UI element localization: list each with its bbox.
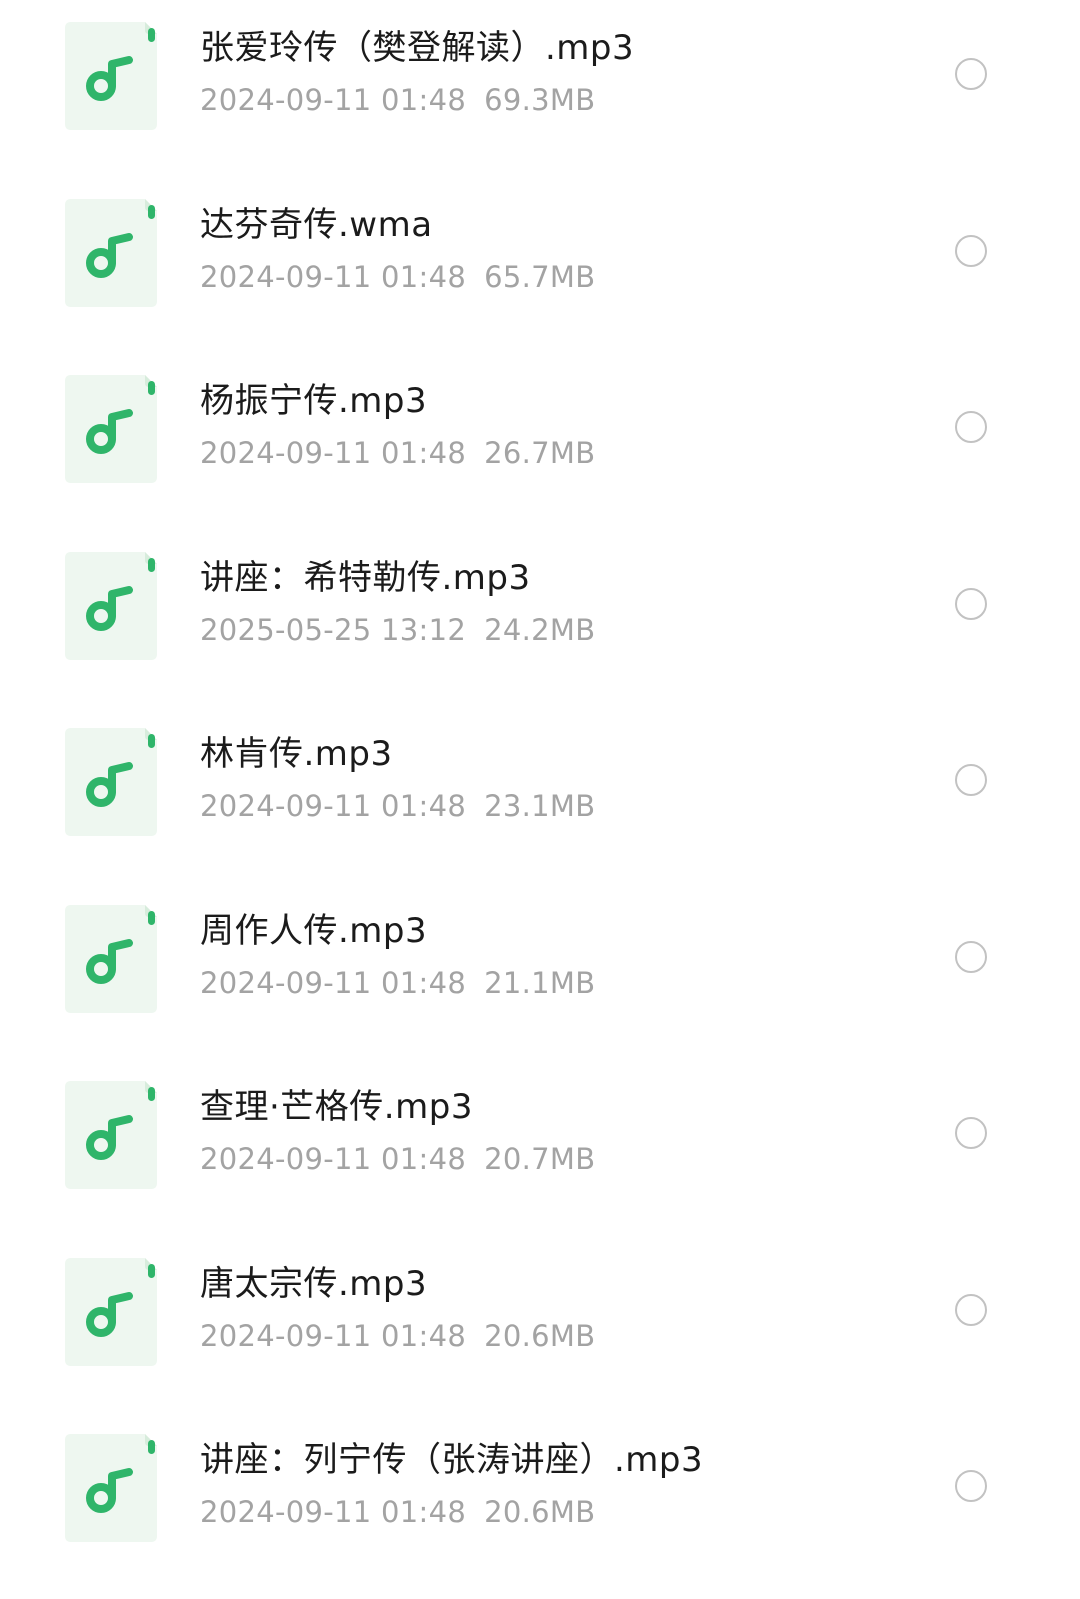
file-list-item[interactable]: 讲座：列宁传（张涛讲座）.mp3 2024-09-11 01:48 20.6MB bbox=[0, 1412, 1080, 1588]
music-file-icon bbox=[65, 375, 157, 483]
file-size: 24.2MB bbox=[484, 612, 596, 647]
music-file-icon-graphic bbox=[65, 22, 157, 130]
file-size: 69.3MB bbox=[484, 83, 596, 117]
select-radio[interactable] bbox=[955, 1470, 987, 1502]
file-name: 张爱玲传（樊登解读）.mp3 bbox=[200, 28, 635, 68]
file-name: 林肯传.mp3 bbox=[200, 734, 393, 774]
select-radio[interactable] bbox=[955, 1117, 987, 1149]
music-file-icon bbox=[65, 551, 157, 660]
file-name: 讲座：希特勒传.mp3 bbox=[200, 557, 531, 598]
select-radio[interactable] bbox=[955, 764, 987, 796]
file-name: 唐太宗传.mp3 bbox=[200, 1263, 428, 1304]
music-file-icon-graphic bbox=[65, 1434, 157, 1542]
file-size: 20.6MB bbox=[484, 1495, 596, 1529]
file-size: 26.7MB bbox=[484, 436, 596, 470]
file-list-item[interactable]: 达芬奇传.wma 2024-09-11 01:48 65.7MB bbox=[0, 177, 1080, 353]
music-file-icon-graphic bbox=[65, 904, 157, 1013]
file-date: 2024-09-11 01:48 bbox=[200, 1142, 467, 1176]
file-name: 达芬奇传.wma bbox=[200, 204, 433, 245]
file-size: 65.7MB bbox=[484, 259, 596, 294]
music-file-icon bbox=[65, 22, 157, 130]
select-radio[interactable] bbox=[955, 940, 987, 973]
file-list-item[interactable]: 周作人传.mp3 2024-09-11 01:48 21.1MB bbox=[0, 883, 1080, 1059]
select-radio[interactable] bbox=[955, 411, 987, 443]
file-meta: 2024-09-11 01:48 65.7MB bbox=[200, 257, 595, 297]
file-meta: 2025-05-25 13:12 24.2MB bbox=[200, 610, 595, 650]
file-meta: 2024-09-11 01:48 20.6MB bbox=[200, 1492, 595, 1532]
file-meta: 2024-09-11 01:48 23.1MB bbox=[200, 786, 595, 826]
file-meta: 2024-09-11 01:48 20.7MB bbox=[200, 1139, 595, 1179]
music-file-icon-graphic bbox=[65, 1081, 157, 1189]
file-date: 2025-05-25 13:12 bbox=[200, 612, 467, 647]
music-file-icon bbox=[65, 904, 157, 1013]
file-name: 查理·芒格传.mp3 bbox=[200, 1087, 473, 1127]
file-meta: 2024-09-11 01:48 20.6MB bbox=[200, 1316, 595, 1356]
file-list-item[interactable]: 张爱玲传（樊登解读）.mp3 2024-09-11 01:48 69.3MB bbox=[0, 0, 1080, 176]
file-list-item[interactable]: 讲座：希特勒传.mp3 2025-05-25 13:12 24.2MB bbox=[0, 530, 1080, 706]
file-name: 周作人传.mp3 bbox=[200, 910, 428, 951]
file-date: 2024-09-11 01:48 bbox=[200, 83, 467, 117]
music-file-icon bbox=[65, 1081, 157, 1189]
file-name: 杨振宁传.mp3 bbox=[200, 381, 428, 421]
music-file-icon-graphic bbox=[65, 551, 157, 660]
file-date: 2024-09-11 01:48 bbox=[200, 436, 467, 470]
file-size: 23.1MB bbox=[484, 789, 596, 823]
file-meta: 2024-09-11 01:48 69.3MB bbox=[200, 80, 595, 120]
file-name: 讲座：列宁传（张涛讲座）.mp3 bbox=[200, 1440, 704, 1480]
file-date: 2024-09-11 01:48 bbox=[200, 259, 467, 294]
select-radio[interactable] bbox=[955, 587, 987, 620]
music-file-icon bbox=[65, 728, 157, 836]
file-size: 21.1MB bbox=[484, 965, 596, 1000]
file-date: 2024-09-11 01:48 bbox=[200, 1318, 467, 1353]
file-list-item[interactable]: 查理·芒格传.mp3 2024-09-11 01:48 20.7MB bbox=[0, 1059, 1080, 1235]
file-meta: 2024-09-11 01:48 21.1MB bbox=[200, 963, 595, 1003]
select-radio[interactable] bbox=[955, 234, 987, 267]
file-date: 2024-09-11 01:48 bbox=[200, 1495, 467, 1529]
file-size: 20.7MB bbox=[484, 1142, 596, 1176]
music-file-icon-graphic bbox=[65, 1257, 157, 1366]
file-size: 20.6MB bbox=[484, 1318, 596, 1353]
music-file-icon bbox=[65, 198, 157, 307]
music-file-icon-graphic bbox=[65, 728, 157, 836]
music-file-icon bbox=[65, 1434, 157, 1542]
select-radio[interactable] bbox=[955, 1293, 987, 1326]
file-date: 2024-09-11 01:48 bbox=[200, 965, 467, 1000]
file-meta: 2024-09-11 01:48 26.7MB bbox=[200, 433, 595, 473]
select-radio[interactable] bbox=[955, 58, 987, 90]
music-file-icon-graphic bbox=[65, 198, 157, 307]
music-file-icon bbox=[65, 1257, 157, 1366]
file-list-item[interactable]: 林肯传.mp3 2024-09-11 01:48 23.1MB bbox=[0, 706, 1080, 882]
file-date: 2024-09-11 01:48 bbox=[200, 789, 467, 823]
file-list-item[interactable]: 唐太宗传.mp3 2024-09-11 01:48 20.6MB bbox=[0, 1236, 1080, 1412]
music-file-icon-graphic bbox=[65, 375, 157, 483]
file-list-item[interactable]: 杨振宁传.mp3 2024-09-11 01:48 26.7MB bbox=[0, 353, 1080, 529]
